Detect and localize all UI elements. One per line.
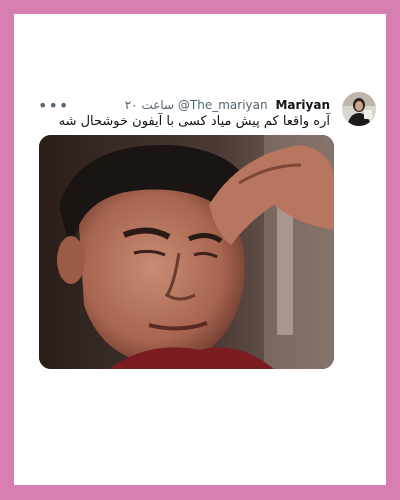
avatar-image: [342, 92, 376, 126]
author-line: ۲۰ ساعت @The_mariyan Mariyan: [125, 98, 330, 112]
author-handle[interactable]: @The_mariyan: [178, 98, 268, 112]
tweet-card: ••• ۲۰ ساعت @The_mariyan Mariyan آره واق…: [14, 14, 386, 485]
tweet-time[interactable]: ۲۰ ساعت: [125, 98, 174, 112]
tweet-text: آره واقعا کم پیش میاد کسی با آیفون خوشحا…: [58, 114, 330, 129]
avatar[interactable]: [342, 92, 376, 126]
more-options-icon[interactable]: •••: [38, 96, 69, 115]
tweet-photo[interactable]: [39, 135, 334, 369]
man-portrait-image: [39, 135, 334, 369]
author-name[interactable]: Mariyan: [275, 98, 330, 112]
